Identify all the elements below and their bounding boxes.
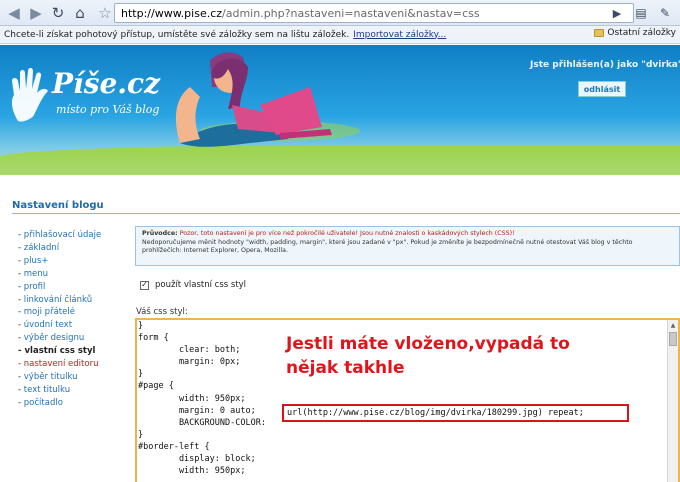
use-custom-css-checkbox[interactable]: ✓ xyxy=(140,280,149,290)
home-icon[interactable]: ⌂ xyxy=(69,2,91,24)
menu-item-design-selection[interactable]: výběr designu xyxy=(18,332,101,345)
site-banner: Píše.cz místo pro Váš blog Jste přihláše… xyxy=(0,45,680,175)
hand-logo-icon xyxy=(11,68,48,122)
use-custom-css-row: ✓ použít vlastní css styl xyxy=(140,280,246,290)
wrench-icon[interactable]: ✎ xyxy=(654,2,676,24)
bookmarks-message: Chcete-li získat pohotový přístup, umíst… xyxy=(4,29,350,40)
menu-item-menu[interactable]: menu xyxy=(18,268,101,281)
forward-icon[interactable]: ▶ xyxy=(25,2,47,24)
guide-box: Průvodce: Pozor, toto nastavení je pro v… xyxy=(135,226,680,266)
other-bookmarks-button[interactable]: Ostatní záložky xyxy=(594,28,676,38)
menu-item-editor-settings[interactable]: nastavení editoru xyxy=(18,358,101,371)
red-annotation: Jestli máte vloženo,vypadá to nějak takh… xyxy=(286,334,570,378)
scroll-up-icon[interactable]: ▲ xyxy=(669,322,677,330)
menu-item-article-linking[interactable]: linkování článků xyxy=(18,294,101,307)
guide-text: Nedoporučujeme měnit hodnoty "width, pad… xyxy=(142,238,633,255)
menu-item-my-friends[interactable]: moji přátelé xyxy=(18,306,101,319)
play-icon[interactable]: ▶ xyxy=(606,2,628,24)
title-divider xyxy=(12,213,680,214)
other-bookmarks-label: Ostatní záložky xyxy=(607,28,676,38)
guide-label: Průvodce: xyxy=(142,230,178,237)
css-field-label: Váš css styl: xyxy=(136,307,188,317)
settings-menu: přihlašovací údaje základní plus+ menu p… xyxy=(18,229,101,410)
url-path: /admin.php?nastaveni=nastaveni&nastav=cs… xyxy=(222,6,480,20)
highlighted-code: url(http://www.pise.cz/blog/img/dvirka/1… xyxy=(287,408,584,418)
address-bar[interactable]: http://www.pise.cz/admin.php?nastaveni=n… xyxy=(114,3,634,23)
menu-item-custom-css[interactable]: vlastní css styl xyxy=(18,345,101,358)
page-menu-icon[interactable]: ▤ xyxy=(630,2,652,24)
textarea-scrollbar[interactable]: ▲ xyxy=(667,320,678,482)
menu-item-title-text[interactable]: text titulku xyxy=(18,384,101,397)
folder-icon xyxy=(594,29,605,37)
menu-item-counter[interactable]: počítadlo xyxy=(18,397,101,410)
bookmarks-bar: Chcete-li získat pohotový přístup, umíst… xyxy=(0,26,680,44)
scroll-thumb[interactable] xyxy=(669,332,677,346)
menu-item-title-selection[interactable]: výběr titulku xyxy=(18,371,101,384)
back-icon[interactable]: ◀ xyxy=(3,2,25,24)
star-icon[interactable]: ☆ xyxy=(94,2,116,24)
menu-item-plus[interactable]: plus+ xyxy=(18,255,101,268)
logout-button[interactable]: odhlásit xyxy=(578,81,626,97)
menu-item-intro-text[interactable]: úvodní text xyxy=(18,319,101,332)
checkbox-label: použít vlastní css styl xyxy=(155,280,247,290)
girl-with-laptop-illustration xyxy=(175,52,360,147)
toolbar-right: ▶ ▤ ✎ xyxy=(606,2,676,24)
browser-toolbar: ◀ ▶ ↻ ⌂ ☆ http://www.pise.cz/admin.php?n… xyxy=(0,0,680,26)
guide-warning: Pozor, toto nastavení je pro více než po… xyxy=(179,230,515,237)
menu-item-basic[interactable]: základní xyxy=(18,242,101,255)
login-status: Jste přihlášen(a) jako "dvirka" xyxy=(530,60,680,70)
import-bookmarks-link[interactable]: Importovat záložky... xyxy=(353,30,446,40)
url-host: http://www.pise.cz xyxy=(121,6,223,20)
page-title: Nastavení blogu xyxy=(12,200,104,211)
reload-icon[interactable]: ↻ xyxy=(47,2,69,24)
menu-item-login-details[interactable]: přihlašovací údaje xyxy=(18,229,101,242)
menu-item-profile[interactable]: profil xyxy=(18,281,101,294)
